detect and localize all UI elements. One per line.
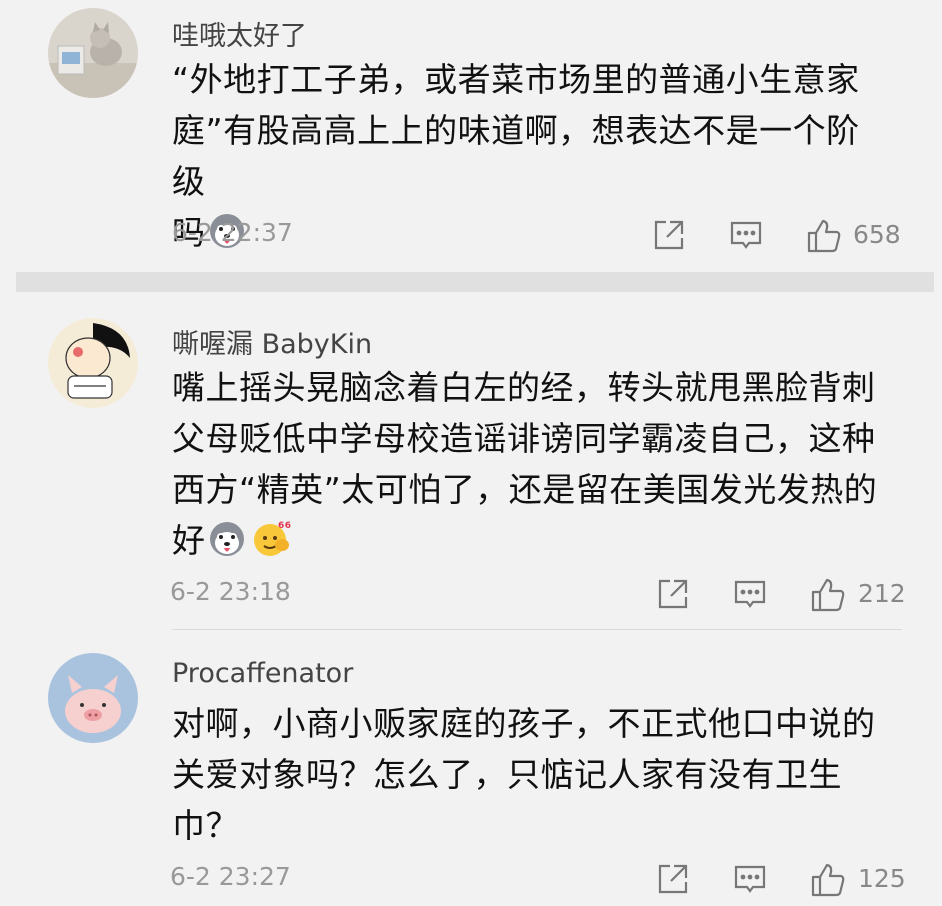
- like-count: 658: [853, 220, 901, 249]
- comment-text: 嘴上摇头晃脑念着白左的经，转头就甩黑脸背刺 父母贬低中学母校造谣诽谤同学霸凌自己…: [172, 368, 878, 560]
- like-count: 125: [858, 864, 906, 893]
- comment-meta: 6-2 23:27 125: [170, 862, 906, 898]
- share-icon[interactable]: [656, 577, 690, 611]
- username[interactable]: 嘶喔漏 BabyKin: [172, 322, 372, 361]
- like-count: 212: [858, 579, 906, 608]
- comment-icon[interactable]: [729, 218, 763, 252]
- avatar[interactable]: [48, 8, 138, 98]
- comment-icon[interactable]: [733, 862, 767, 896]
- share-icon[interactable]: [656, 862, 690, 896]
- username[interactable]: 哇哦太好了: [172, 14, 307, 53]
- svg-text:666: 666: [278, 521, 292, 531]
- timestamp: 6-2 23:18: [170, 577, 291, 606]
- comment-icon[interactable]: [733, 577, 767, 611]
- share-icon[interactable]: [652, 218, 686, 252]
- comment-text: 对啊，小商小贩家庭的孩子，不正式他口中说的 关爱对象吗？怎么了，只惦记人家有没有…: [172, 704, 876, 845]
- comment-meta: 6-2 22:37 658: [172, 218, 902, 254]
- thumbs-up-icon[interactable]: [810, 862, 846, 898]
- thumbs-up-icon[interactable]: [806, 218, 842, 254]
- comment-meta: 6-2 23:18 212: [170, 577, 906, 613]
- section-divider: [16, 272, 934, 292]
- avatar[interactable]: [48, 318, 138, 408]
- timestamp: 6-2 23:27: [170, 862, 291, 891]
- avatar[interactable]: [48, 653, 138, 743]
- thumbs-up-icon[interactable]: [810, 577, 846, 613]
- 666-emoji: 666: [252, 518, 297, 556]
- username[interactable]: Procaffenator: [172, 658, 353, 689]
- husky-emoji: [208, 520, 246, 558]
- timestamp: 6-2 22:37: [172, 218, 293, 247]
- comment-divider: [172, 629, 902, 630]
